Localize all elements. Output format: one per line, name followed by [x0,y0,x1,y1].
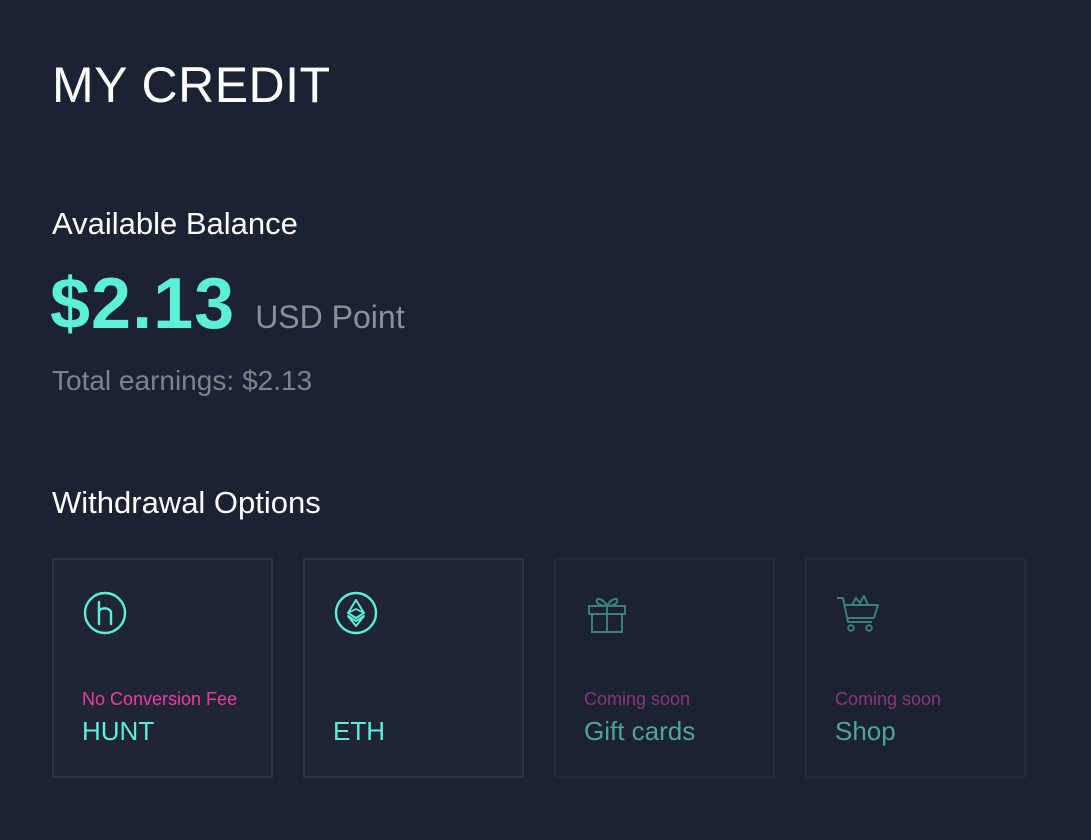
option-name: HUNT [82,716,155,746]
shopping-cart-icon [834,589,882,637]
withdraw-option-shop: Coming soon Shop [805,558,1026,778]
option-name: Gift cards [584,716,696,746]
total-earnings: Total earnings: $2.13 [52,364,312,398]
available-balance-heading: Available Balance [52,206,298,241]
option-name: ETH [333,716,385,746]
page-title: MY CREDIT [52,57,331,113]
withdraw-option-hunt[interactable]: No Conversion Fee HUNT [52,558,273,778]
withdrawal-options-heading: Withdrawal Options [52,485,321,520]
balance-unit: USD Point [255,299,405,335]
ethereum-icon [332,589,380,637]
withdraw-option-gift-cards: Coming soon Gift cards [554,558,775,778]
option-name: Shop [835,716,896,746]
total-earnings-label: Total earnings: [52,365,235,396]
withdraw-option-eth[interactable]: ETH [303,558,524,778]
hunt-icon [81,589,129,637]
credit-page: MY CREDIT Available Balance $2.13 USD Po… [0,0,1091,840]
option-tag: Coming soon [584,689,691,709]
withdrawal-options: No Conversion Fee HUNT ETH Coming soon G… [52,558,1026,778]
balance-display: $2.13 USD Point [50,264,405,344]
balance-amount: $2.13 [50,264,236,344]
option-tag: Coming soon [835,689,942,709]
total-earnings-value: $2.13 [242,365,313,396]
option-tag: No Conversion Fee [82,689,238,709]
gift-icon [583,589,631,637]
